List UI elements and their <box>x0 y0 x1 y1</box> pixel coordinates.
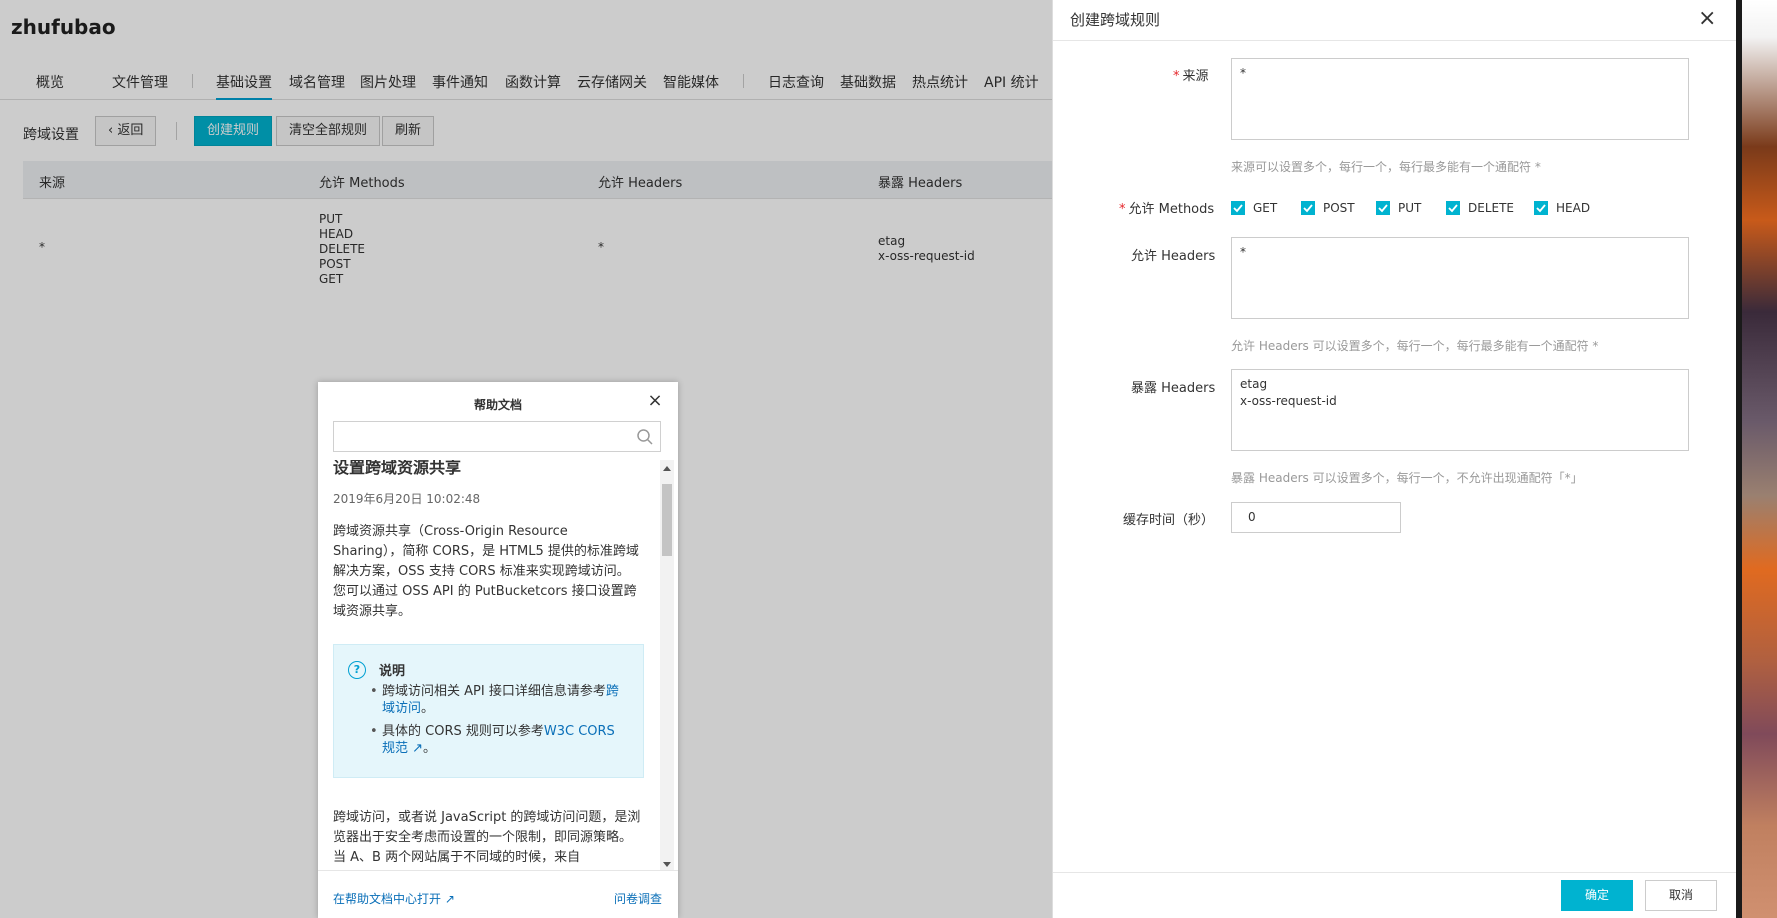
help-doc-panel: 帮助文档 × 设置跨域资源共享 2019年6月20日 10:02:48 跨域资源… <box>318 382 678 918</box>
close-icon[interactable]: × <box>646 392 664 410</box>
checkbox-checked-icon[interactable] <box>1376 201 1390 215</box>
search-icon[interactable] <box>636 428 654 446</box>
cancel-button[interactable]: 取消 <box>1645 880 1717 911</box>
note-box: ? 说明 跨域访问相关 API 接口详细信息请参考跨域访问。 具体的 CORS … <box>333 644 644 778</box>
origin-textarea[interactable]: * <box>1231 58 1689 140</box>
create-cors-rule-drawer: 创建跨域规则 × * 来源 * 来源可以设置多个，每行一个，每行最多能有一个通配符… <box>1052 0 1737 918</box>
required-mark: * <box>1119 202 1126 217</box>
allow-headers-hint: 允许 Headers 可以设置多个，每行一个，每行最多能有一个通配符 * <box>1231 339 1599 353</box>
scroll-up-icon[interactable] <box>663 466 671 471</box>
expose-headers-textarea[interactable]: etag x-oss-request-id <box>1231 369 1689 451</box>
cache-time-input[interactable]: 0 <box>1231 502 1401 533</box>
drawer-title: 创建跨域规则 <box>1070 11 1161 29</box>
expose-headers-label: 暴露 Headers <box>1131 381 1216 396</box>
allow-headers-label: 允许 Headers <box>1131 249 1216 264</box>
methods-label: * 允许 Methods <box>1119 202 1215 217</box>
external-link-icon: ↗ <box>408 741 424 756</box>
note-item: 跨域访问相关 API 接口详细信息请参考跨域访问。 <box>370 683 622 717</box>
close-icon[interactable]: × <box>1698 8 1716 30</box>
note-label: 说明 <box>379 664 406 679</box>
scrollbar-thumb[interactable] <box>662 484 672 556</box>
checkbox-checked-icon[interactable] <box>1301 201 1315 215</box>
survey-link[interactable]: 问卷调查 <box>614 890 662 907</box>
origin-label: * 来源 <box>1173 69 1209 84</box>
help-search-input[interactable] <box>333 421 661 452</box>
help-footer: 在帮助文档中心打开 ↗ 问卷调查 <box>318 870 678 918</box>
method-checkbox-head[interactable]: HEAD <box>1534 201 1590 215</box>
divider <box>1053 872 1737 873</box>
cache-time-label: 缓存时间（秒） <box>1123 513 1215 528</box>
method-checkbox-put[interactable]: PUT <box>1376 201 1421 215</box>
origin-hint: 来源可以设置多个，每行一个，每行最多能有一个通配符 * <box>1231 160 1541 174</box>
doc-date: 2019年6月20日 10:02:48 <box>333 492 481 506</box>
checkbox-checked-icon[interactable] <box>1446 201 1460 215</box>
external-link-icon: ↗ <box>441 892 455 906</box>
method-checkbox-delete[interactable]: DELETE <box>1446 201 1514 215</box>
desktop-wallpaper <box>1742 0 1777 918</box>
divider <box>1053 40 1737 41</box>
doc-title: 设置跨域资源共享 <box>333 460 462 477</box>
help-content: 设置跨域资源共享 2019年6月20日 10:02:48 跨域资源共享（Cros… <box>318 460 660 870</box>
checkbox-checked-icon[interactable] <box>1231 201 1245 215</box>
help-title: 帮助文档 <box>473 398 522 412</box>
confirm-button[interactable]: 确定 <box>1561 880 1633 911</box>
allow-headers-textarea[interactable]: * <box>1231 237 1689 319</box>
expose-headers-hint: 暴露 Headers 可以设置多个，每行一个，不允许出现通配符「*」 <box>1231 471 1583 485</box>
method-checkbox-get[interactable]: GET <box>1231 201 1277 215</box>
doc-paragraph: 跨域资源共享（Cross-Origin Resource Sharing），简称… <box>333 524 639 619</box>
open-in-help-center-link[interactable]: 在帮助文档中心打开 ↗ <box>333 890 455 907</box>
note-item: 具体的 CORS 规则可以参考W3C CORS 规范 ↗。 <box>370 723 622 757</box>
checkbox-checked-icon[interactable] <box>1534 201 1548 215</box>
scroll-down-icon[interactable] <box>663 862 671 867</box>
required-mark: * <box>1173 69 1180 84</box>
method-checkbox-post[interactable]: POST <box>1301 201 1355 215</box>
doc-paragraph: 跨域访问，或者说 JavaScript 的跨域访问问题，是浏览器出于安全考虑而设… <box>333 810 641 865</box>
question-icon: ? <box>348 661 366 679</box>
